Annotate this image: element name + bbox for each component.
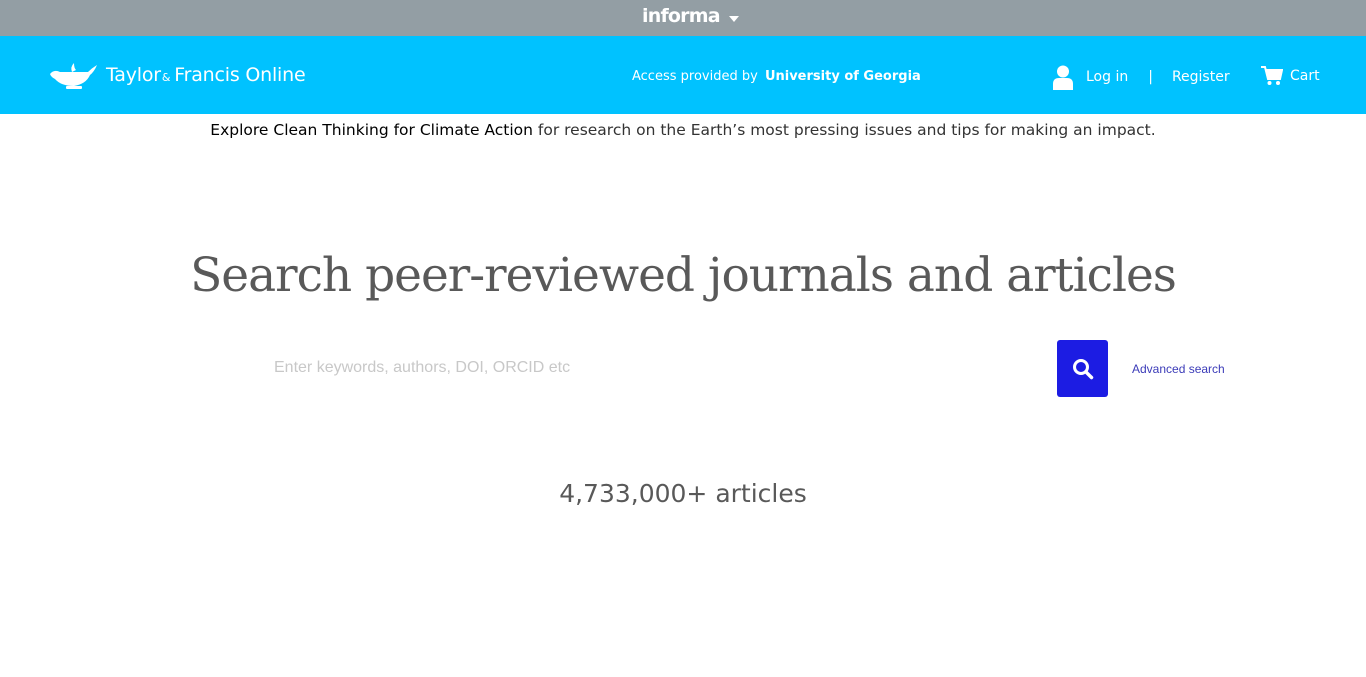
informa-bar: informa: [0, 0, 1366, 36]
oil-lamp-icon: [50, 63, 97, 89]
chevron-down-icon: [728, 16, 739, 22]
register-link[interactable]: Register: [1172, 69, 1230, 85]
access-prefix: Access provided by: [632, 69, 758, 84]
cart-label: Cart: [1290, 68, 1320, 84]
search-icon: [1072, 358, 1093, 379]
site-logo[interactable]: Taylor& Francis Online: [48, 60, 306, 90]
climate-action-link[interactable]: Explore Clean Thinking for Climate Actio…: [210, 121, 533, 139]
access-institution: University of Georgia: [764, 69, 921, 84]
informa-menu-toggle[interactable]: informa: [642, 2, 739, 30]
nav-separator: |: [1148, 69, 1153, 85]
user-nav: Log in | Register: [1053, 64, 1230, 90]
user-icon: [1053, 65, 1073, 90]
cart-icon: [1261, 66, 1283, 85]
access-provided: Access provided by University of Georgia: [632, 69, 921, 84]
cart-link[interactable]: Cart: [1261, 66, 1320, 86]
site-logo-text: Taylor& Francis Online: [106, 64, 306, 86]
login-link[interactable]: Log in: [1086, 69, 1128, 85]
search-button[interactable]: [1057, 340, 1108, 397]
informa-logo: informa: [642, 5, 721, 27]
advanced-search-link[interactable]: Advanced search: [1132, 362, 1225, 376]
promo-text: for research on the Earth’s most pressin…: [537, 121, 1156, 139]
promo-banner: Explore Clean Thinking for Climate Actio…: [0, 121, 1366, 139]
site-header: Taylor& Francis Online Access provided by…: [0, 36, 1366, 114]
page-title: Search peer-reviewed journals and articl…: [190, 248, 1177, 303]
article-count: 4,733,000+ articles: [559, 479, 807, 508]
search-input[interactable]: [256, 340, 1056, 396]
